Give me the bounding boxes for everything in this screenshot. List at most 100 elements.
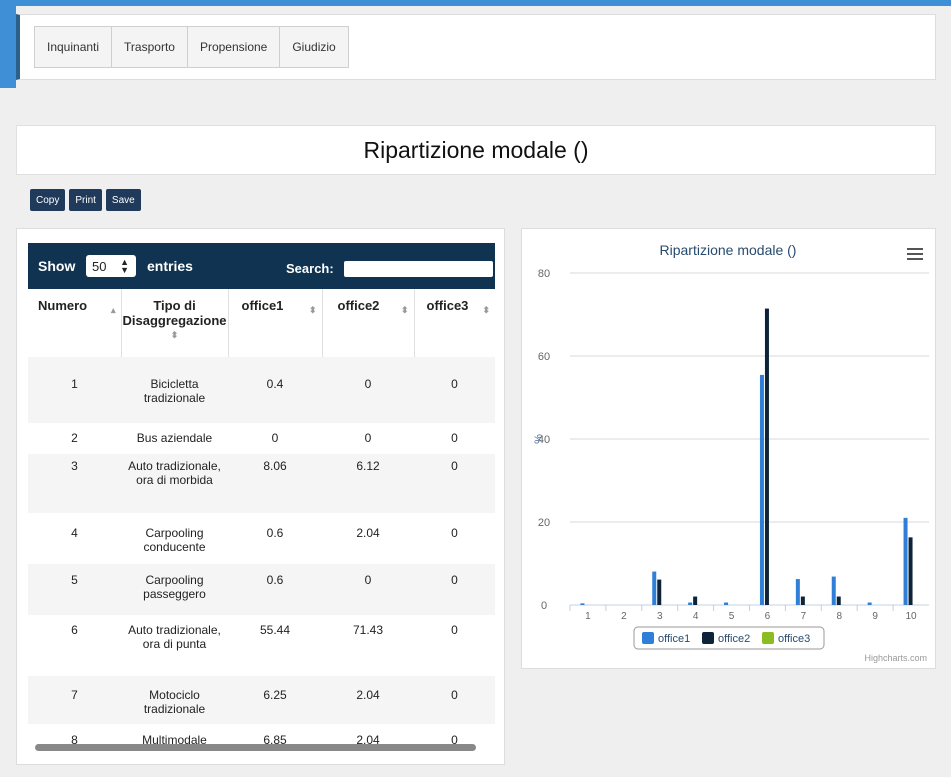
sort-icon: ⬍ [482, 305, 490, 315]
top-accent-bar [0, 0, 951, 6]
x-tick-label: 9 [872, 611, 878, 622]
cell-office1: 0.4 [228, 357, 322, 423]
column-header-numero[interactable]: Numero ▴ [28, 289, 122, 357]
top-navigation: Inquinanti Trasporto Propensione Giudizi… [16, 14, 936, 80]
cell-office1: 55.44 [228, 615, 322, 676]
table-row: 6 Auto tradizionale, ora di punta 55.44 … [28, 615, 495, 676]
x-tick-label: 4 [693, 611, 699, 622]
data-table-card: Show 50 ▲ ▼ entries Search: Numero ▴ Tipo… [16, 228, 505, 765]
x-tick-label: 5 [729, 611, 735, 622]
x-tick-label: 1 [585, 611, 591, 622]
x-tick-label: 3 [657, 611, 663, 622]
legend-swatch [762, 632, 774, 644]
cell-numero: 3 [28, 454, 121, 513]
bar-office2 [657, 579, 662, 605]
x-tick-label: 2 [621, 611, 627, 622]
cell-numero: 7 [28, 676, 121, 724]
search-input[interactable] [344, 261, 493, 277]
cell-tipo: Bus aziendale [121, 423, 228, 454]
table-row: 5 Carpooling passeggero 0.6 0 0 [28, 564, 495, 615]
left-accent-bar [0, 0, 16, 88]
column-header-label: Numero [38, 298, 88, 313]
x-tick-label: 6 [765, 611, 771, 622]
legend-item-label: office3 [778, 633, 810, 645]
page-title: Ripartizione modale () [16, 125, 936, 175]
y-tick-label: 20 [538, 517, 550, 529]
data-table: Numero ▴ Tipo di Disaggregazione ⬍ offic… [28, 289, 495, 754]
x-tick-label: 8 [836, 611, 842, 622]
entries-length-select[interactable]: 50 ▲ ▼ [86, 255, 136, 277]
print-button[interactable]: Print [69, 189, 102, 211]
cell-office3: 0 [414, 615, 495, 676]
legend-item-label: office1 [658, 633, 690, 645]
cell-office3: 0 [414, 357, 495, 423]
x-tick-label: 7 [801, 611, 807, 622]
cell-numero: 2 [28, 423, 121, 454]
cell-office1: 0.6 [228, 564, 322, 615]
y-tick-label: 60 [538, 351, 550, 363]
legend-swatch [642, 632, 654, 644]
tab-propensione[interactable]: Propensione [186, 26, 281, 68]
search-label: Search: [286, 261, 334, 276]
cell-tipo: Carpooling passeggero [121, 564, 228, 615]
bar-office1 [652, 571, 657, 605]
tab-trasporto[interactable]: Trasporto [111, 26, 188, 68]
cell-office1: 0 [228, 423, 322, 454]
bar-office1 [724, 602, 729, 605]
table-row: 3 Auto tradizionale, ora di morbida 8.06… [28, 454, 495, 513]
chart-menu-icon[interactable] [907, 248, 923, 260]
table-row: 2 Bus aziendale 0 0 0 [28, 423, 495, 454]
bar-office2 [764, 308, 769, 605]
entries-label: entries [147, 258, 193, 274]
copy-button[interactable]: Copy [30, 189, 66, 211]
cell-tipo: Auto tradizionale, ora di punta [121, 615, 228, 676]
show-label: Show [38, 258, 76, 274]
cell-numero: 1 [28, 357, 121, 423]
table-row: 4 Carpooling conducente 0.6 2.04 0 [28, 513, 495, 564]
cell-office1: 6.25 [228, 676, 322, 724]
column-header-office1[interactable]: office1 ⬍ [228, 289, 323, 357]
tab-giudizio[interactable]: Giudizio [279, 26, 349, 68]
bar-office1 [688, 602, 693, 605]
bar-office1 [795, 579, 800, 605]
column-header-label: office1 [241, 298, 284, 313]
cell-office2: 0 [322, 357, 414, 423]
bar-office1 [580, 603, 585, 605]
cell-numero: 4 [28, 513, 121, 564]
cell-numero: 5 [28, 564, 121, 615]
y-tick-label: 80 [538, 268, 550, 280]
column-header-label: office2 [337, 298, 380, 313]
table-row: 1 Bicicletta tradizionale 0.4 0 0 [28, 357, 495, 423]
column-header-tipo[interactable]: Tipo di Disaggregazione ⬍ [121, 289, 229, 357]
cell-office1: 0.6 [228, 513, 322, 564]
cell-office3: 0 [414, 454, 495, 513]
cell-numero: 6 [28, 615, 121, 676]
save-button[interactable]: Save [105, 189, 141, 211]
column-header-office3[interactable]: office3 ⬍ [414, 289, 495, 357]
tab-inquinanti[interactable]: Inquinanti [34, 26, 113, 68]
sort-asc-icon: ▴ [110, 305, 116, 315]
cell-tipo: Bicicletta tradizionale [121, 357, 228, 423]
sort-icon: ⬍ [400, 305, 409, 315]
column-header-office2[interactable]: office2 ⬍ [322, 289, 415, 357]
entries-length-value: 50 [92, 258, 107, 274]
horizontal-scrollbar[interactable] [35, 744, 476, 751]
bar-office2 [693, 596, 698, 605]
chart-title: Ripartizione modale () [660, 242, 797, 258]
table-controls: Show 50 ▲ ▼ entries Search: [28, 243, 495, 289]
column-header-label: office3 [426, 298, 469, 313]
cell-office3: 0 [414, 513, 495, 564]
column-header-label: Tipo di Disaggregazione [122, 298, 227, 328]
cell-office2: 0 [322, 564, 414, 615]
bar-office1 [831, 576, 836, 605]
cell-office3: 0 [414, 423, 495, 454]
bar-office1 [867, 602, 872, 605]
table-row: 7 Motociclo tradizionale 6.25 2.04 0 [28, 676, 495, 724]
bar-office1 [903, 517, 908, 605]
bar-office2 [800, 596, 805, 605]
x-tick-label: 10 [905, 611, 917, 622]
nav-tabs: Inquinanti Trasporto Propensione Giudizi… [34, 26, 349, 68]
cell-office2: 2.04 [322, 676, 414, 724]
cell-office2: 2.04 [322, 513, 414, 564]
legend-item-label: office2 [718, 633, 750, 645]
